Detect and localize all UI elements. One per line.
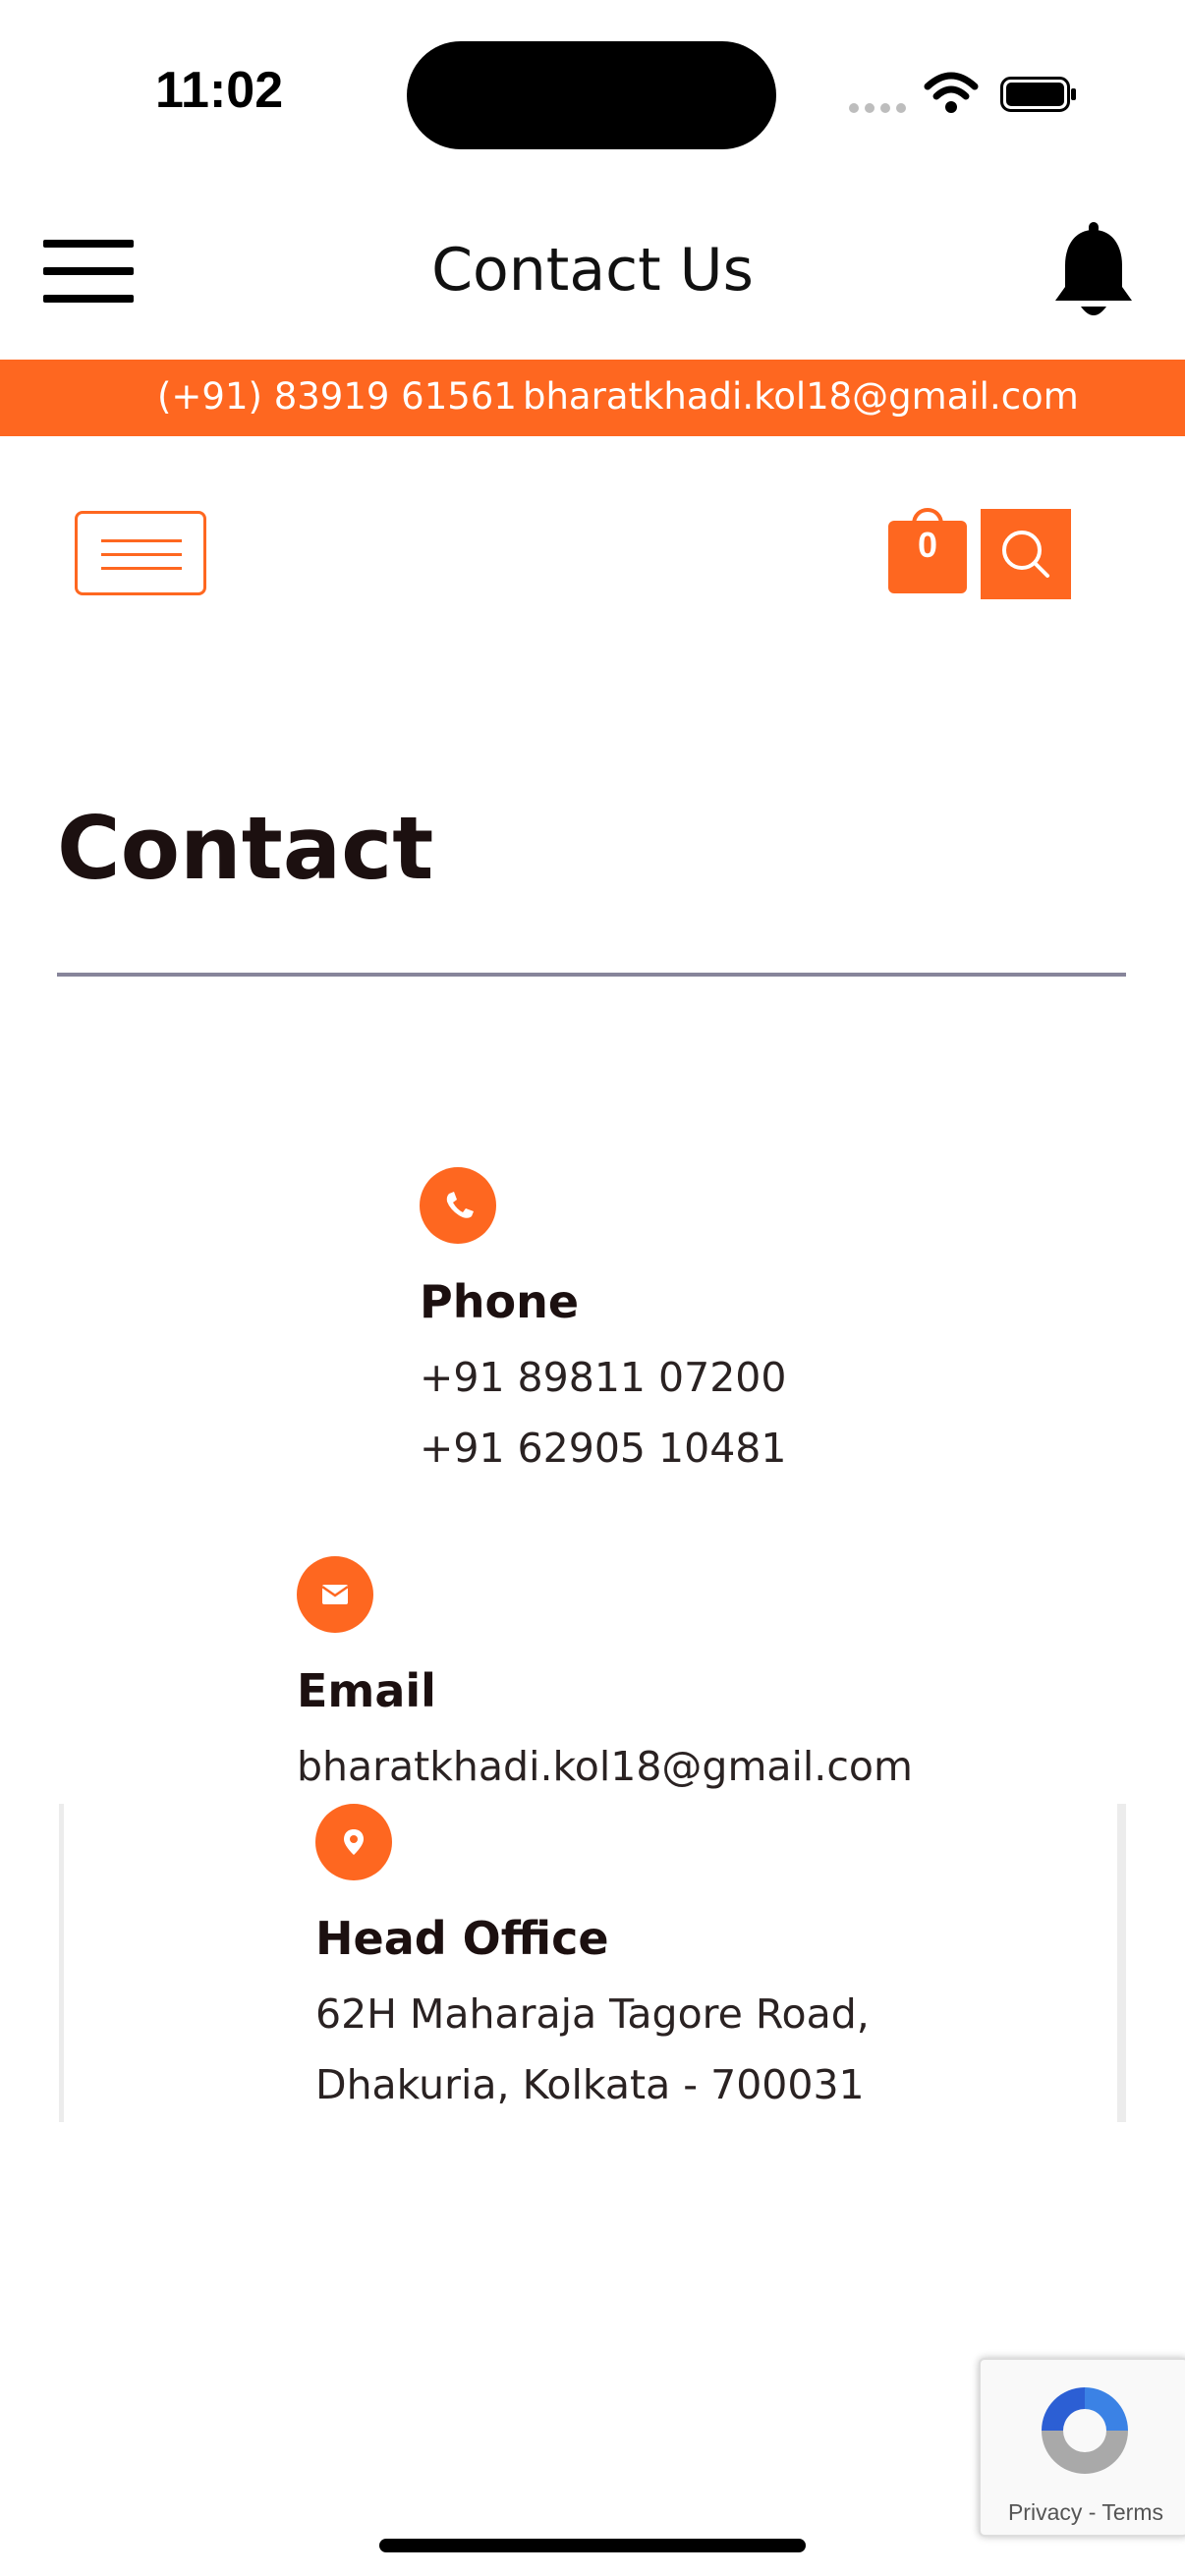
cellular-signal-icon — [849, 100, 912, 118]
phone-number-1[interactable]: +91 89811 07200 — [420, 1354, 786, 1401]
cart-count-badge: 0 — [917, 525, 938, 565]
site-menu-button[interactable] — [75, 511, 206, 595]
bell-icon[interactable] — [1049, 222, 1138, 324]
top-contact-bar: (+91) 83919 61561 bharatkhadi.kol18@gmai… — [0, 360, 1185, 436]
home-indicator[interactable] — [379, 2539, 806, 2552]
status-time: 11:02 — [155, 62, 284, 119]
phone-title: Phone — [420, 1275, 580, 1328]
search-icon — [1002, 531, 1049, 578]
recaptcha-logo-icon — [1042, 2387, 1128, 2474]
phone-icon — [420, 1167, 496, 1244]
recaptcha-privacy-terms-link[interactable]: Privacy - Terms — [981, 2499, 1185, 2526]
topbar-phone-link[interactable]: (+91) 83919 61561 — [157, 375, 517, 418]
email-address[interactable]: bharatkhadi.kol18@gmail.com — [297, 1743, 913, 1790]
heading-divider — [57, 973, 1126, 977]
envelope-icon — [297, 1556, 373, 1633]
address-line-1: 62H Maharaja Tagore Road, — [315, 1990, 870, 2038]
recaptcha-badge[interactable]: Privacy - Terms — [979, 2358, 1185, 2537]
head-office-title: Head Office — [315, 1912, 609, 1965]
email-title: Email — [297, 1664, 436, 1717]
dynamic-island — [407, 41, 776, 149]
topbar-email-link[interactable]: bharatkhadi.kol18@gmail.com — [523, 375, 1079, 418]
battery-icon — [1000, 77, 1076, 112]
phone-number-2[interactable]: +91 62905 10481 — [420, 1425, 786, 1472]
wifi-icon — [924, 72, 979, 113]
search-button[interactable] — [981, 509, 1071, 599]
map-pin-icon — [315, 1804, 392, 1880]
address-line-2: Dhakuria, Kolkata - 700031 — [315, 2061, 865, 2108]
page-title: Contact Us — [431, 236, 754, 305]
section-heading: Contact — [57, 798, 434, 899]
